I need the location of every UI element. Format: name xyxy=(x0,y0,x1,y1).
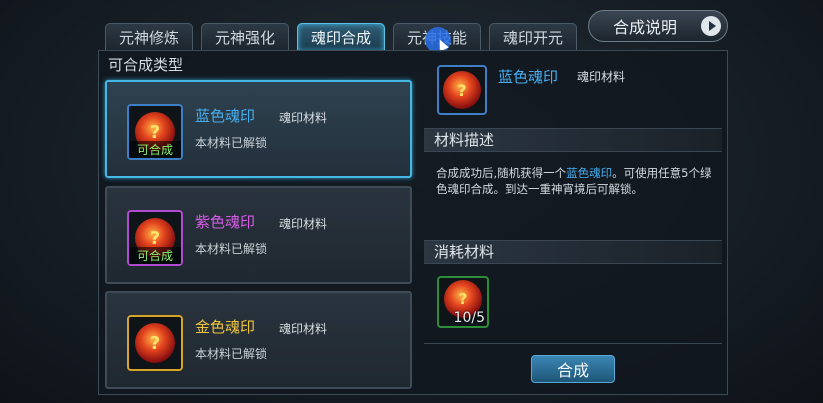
card-type: 魂印材料 xyxy=(279,217,328,231)
card-type: 魂印材料 xyxy=(279,111,328,125)
seal-orb-icon: ? xyxy=(443,71,481,109)
synthesis-help-button[interactable]: 合成说明 xyxy=(588,10,728,42)
card-type: 魂印材料 xyxy=(279,322,328,336)
card-purple-seal[interactable]: ? 可合成 紫色魂印 魂印材料 本材料已解锁 xyxy=(105,186,412,284)
can-synthesize-badge: 可合成 xyxy=(129,247,181,264)
card-status: 本材料已解锁 xyxy=(195,242,268,256)
card-status: 本材料已解锁 xyxy=(195,136,268,150)
cost-material-slot[interactable]: ? 10/5 xyxy=(437,276,489,328)
help-button-label: 合成说明 xyxy=(613,18,678,37)
desc-highlight: 蓝色魂印 xyxy=(566,166,613,180)
item-slot: ? 可合成 xyxy=(127,210,183,266)
tab-soul-cultivation[interactable]: 元神修炼 xyxy=(105,23,193,51)
tab-soul-enhance[interactable]: 元神强化 xyxy=(201,23,289,51)
description-header: 材料描述 xyxy=(424,128,722,152)
play-arrow-icon xyxy=(701,16,721,36)
cost-header: 消耗材料 xyxy=(424,240,722,264)
detail-item-slot: ? xyxy=(437,65,487,115)
seal-orb-icon: ? xyxy=(135,323,175,363)
cost-count: 10/5 xyxy=(453,310,485,326)
desc-text-1: 合成成功后,随机获得一个 xyxy=(436,166,567,180)
item-slot: ? 可合成 xyxy=(127,104,183,160)
tab-seal-synthesis[interactable]: 魂印合成 xyxy=(297,23,385,51)
tab-seal-awaken[interactable]: 魂印开元 xyxy=(489,23,577,51)
item-slot: ? xyxy=(127,315,183,371)
synthesize-button[interactable]: 合成 xyxy=(531,355,615,383)
card-blue-seal[interactable]: ? 可合成 蓝色魂印 魂印材料 本材料已解锁 xyxy=(105,80,412,178)
material-description: 合成成功后,随机获得一个蓝色魂印。可使用任意5个绿色魂印合成。到达一重神宵境后可… xyxy=(436,165,716,197)
card-gold-seal[interactable]: ? 金色魂印 魂印材料 本材料已解锁 xyxy=(105,291,412,389)
can-synthesize-badge: 可合成 xyxy=(129,141,181,158)
divider xyxy=(424,343,722,344)
card-name: 金色魂印 xyxy=(195,318,256,336)
detail-name: 蓝色魂印 xyxy=(498,68,559,86)
list-title: 可合成类型 xyxy=(108,56,184,74)
detail-type: 魂印材料 xyxy=(577,70,626,84)
card-name: 蓝色魂印 xyxy=(195,107,256,125)
card-name: 紫色魂印 xyxy=(195,213,256,231)
card-status: 本材料已解锁 xyxy=(195,347,268,361)
